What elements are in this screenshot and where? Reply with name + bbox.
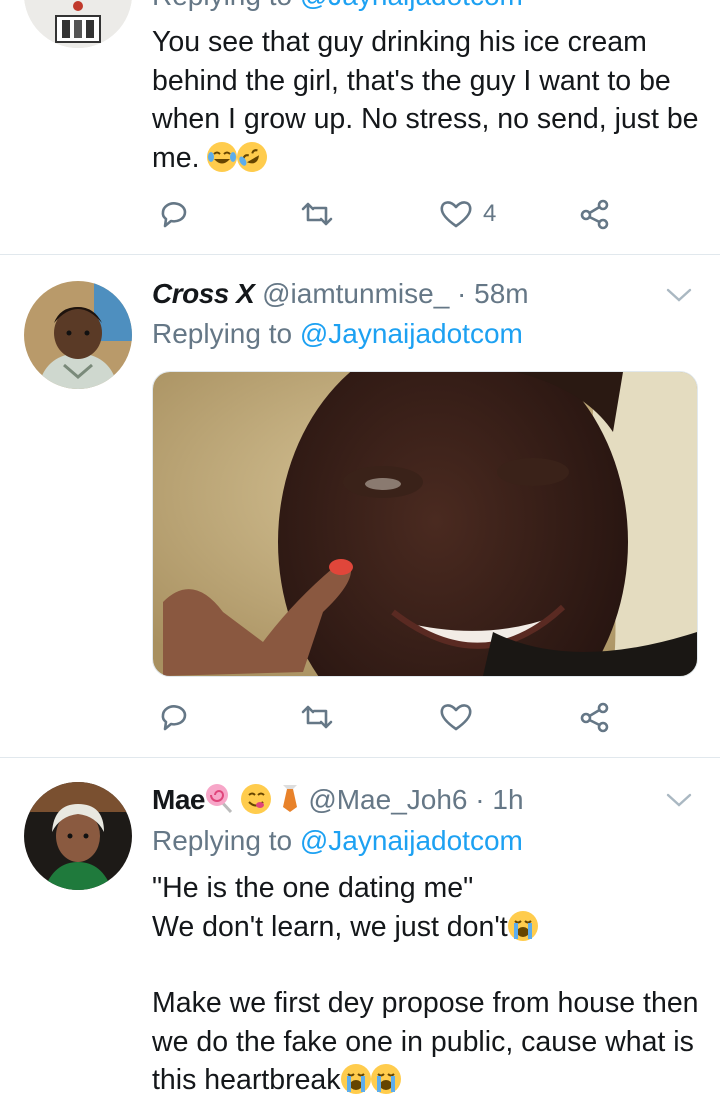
necktie-icon <box>279 783 301 820</box>
avatar[interactable] <box>24 782 132 890</box>
tweet-actions <box>152 699 632 739</box>
like-icon <box>440 201 472 228</box>
retweet-icon <box>301 202 333 226</box>
chevron-down-icon[interactable] <box>664 285 694 305</box>
like-count: 4 <box>483 200 497 227</box>
like-button[interactable]: 4 <box>439 196 496 232</box>
tweet-1[interactable]: Replying to @Jaynaijadotcom You see that… <box>0 0 720 254</box>
like-button[interactable] <box>439 699 473 735</box>
loudly-crying-face-icon <box>340 1064 371 1094</box>
retweet-icon <box>301 705 333 729</box>
reply-context: Replying to @Jaynaijadotcom <box>152 318 523 349</box>
retweet-button[interactable] <box>299 699 335 735</box>
display-name[interactable]: Mae <box>152 784 205 815</box>
reply-handle-link[interactable]: @Jaynaijadotcom <box>300 0 523 11</box>
reply-handle-link[interactable]: @Jaynaijadotcom <box>300 825 523 856</box>
rolling-on-the-floor-laughing-icon <box>231 136 273 177</box>
loudly-crying-face-icon <box>370 1064 401 1094</box>
tweet-text: "He is the one dating me" We don't learn… <box>152 872 699 1096</box>
user-handle[interactable]: @Mae_Joh6 <box>308 784 467 815</box>
share-icon <box>580 702 609 733</box>
reply-button[interactable] <box>157 699 191 735</box>
reply-context: Replying to @Jaynaijadotcom <box>152 825 523 856</box>
display-name[interactable]: Cross X <box>152 278 255 309</box>
lollipop-icon <box>205 783 233 820</box>
face-with-tears-of-joy-icon <box>207 141 238 172</box>
face-savoring-food-icon <box>240 784 271 814</box>
share-button[interactable] <box>578 196 612 232</box>
avatar[interactable] <box>24 281 132 389</box>
tweet-text: You see that guy drinking his ice cream … <box>152 23 702 177</box>
video-thumbnail[interactable] <box>152 371 698 677</box>
reply-handle-link[interactable]: @Jaynaijadotcom <box>300 318 523 349</box>
tweet-3[interactable]: Mae @Mae_Joh6 · 1h Replying to @Jaynaija… <box>0 758 720 1104</box>
tweet-header: Mae @Mae_Joh6 · 1h <box>152 783 524 820</box>
tweet-2[interactable]: Cross X @iamtunmise_ · 58m Replying to @… <box>0 255 720 757</box>
timestamp[interactable]: · 58m <box>457 278 529 309</box>
reply-context: Replying to @Jaynaijadotcom <box>152 0 523 12</box>
tweet-header: Cross X @iamtunmise_ · 58m <box>152 278 529 310</box>
avatar[interactable] <box>24 0 132 48</box>
tweet-actions: 4 <box>152 196 632 236</box>
chevron-down-icon[interactable] <box>664 790 694 810</box>
reply-icon <box>161 705 187 731</box>
share-icon <box>580 199 609 230</box>
reply-icon <box>161 202 187 228</box>
timestamp[interactable]: · 1h <box>475 784 523 815</box>
reply-button[interactable] <box>157 196 191 232</box>
share-button[interactable] <box>578 699 612 735</box>
retweet-button[interactable] <box>299 196 335 232</box>
like-icon <box>440 704 472 731</box>
user-handle[interactable]: @iamtunmise_ <box>262 278 449 309</box>
loudly-crying-face-icon <box>507 910 538 941</box>
